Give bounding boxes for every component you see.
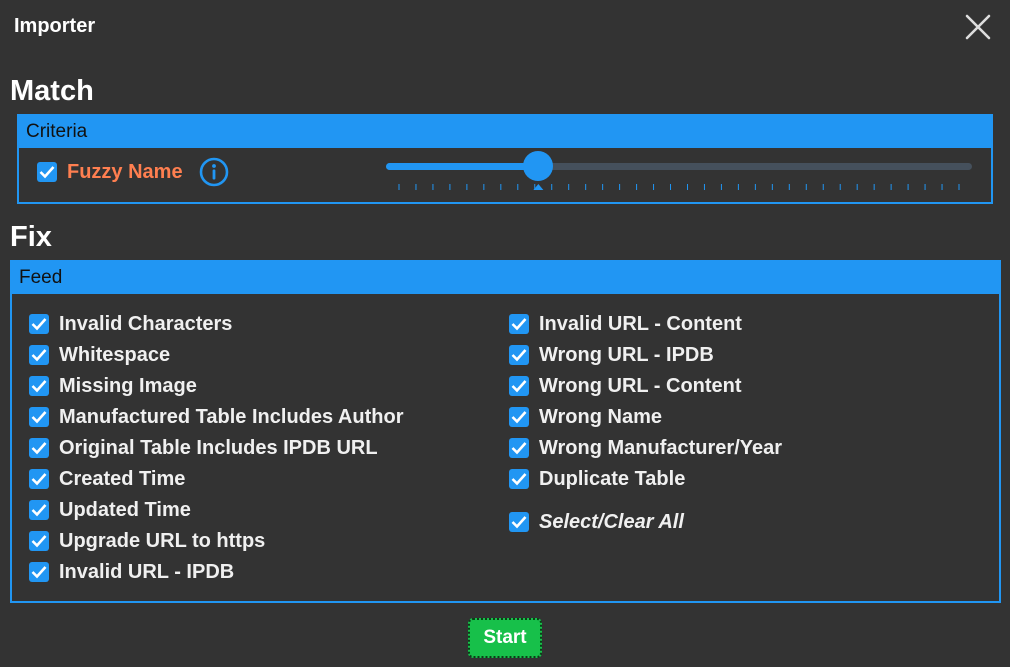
slider-thumb[interactable] <box>523 151 554 181</box>
feed-item-label: Missing Image <box>59 375 197 397</box>
feed-item-label: Wrong URL - Content <box>539 375 742 397</box>
feed-item-label: Wrong Name <box>539 406 662 428</box>
fuzzy-name-checkbox[interactable] <box>37 162 57 182</box>
checkmark-icon <box>31 349 47 362</box>
match-heading: Match <box>10 75 94 107</box>
criteria-title: Criteria <box>19 116 991 148</box>
feed-item-label: Wrong Manufacturer/Year <box>539 437 783 459</box>
feed-item-label: Wrong URL - IPDB <box>539 344 714 366</box>
feed-item-checkbox[interactable] <box>29 314 49 334</box>
checkmark-icon <box>31 442 47 455</box>
feed-item-label: Original Table Includes IPDB URL <box>59 437 378 459</box>
feed-item-checkbox[interactable] <box>509 376 529 396</box>
feed-item-label: Created Time <box>59 468 186 490</box>
title-bar: Importer <box>0 0 1010 54</box>
feed-item-label: Upgrade URL to https <box>59 530 266 552</box>
fuzzy-slider[interactable] <box>386 150 974 196</box>
feed-item-label: Manufactured Table Includes Author <box>59 406 404 428</box>
checkmark-icon <box>31 380 47 393</box>
feed-item-label: Whitespace <box>59 344 171 366</box>
close-icon <box>965 14 991 40</box>
feed-item-label: Updated Time <box>59 499 191 521</box>
feed-item-label: Invalid URL - Content <box>539 313 742 335</box>
feed-item-checkbox[interactable] <box>509 469 529 489</box>
close-button[interactable] <box>964 13 992 41</box>
checkmark-icon <box>39 166 55 179</box>
feed-item-checkbox[interactable] <box>509 407 529 427</box>
feed-item-checkbox[interactable] <box>509 438 529 458</box>
feed-item-checkbox[interactable] <box>29 438 49 458</box>
checkmark-icon <box>511 442 527 455</box>
checkmark-icon <box>31 535 47 548</box>
checkmark-icon <box>511 411 527 424</box>
info-icon[interactable] <box>198 156 230 188</box>
fix-heading: Fix <box>10 221 52 253</box>
checkmark-icon <box>511 318 527 331</box>
select-all-checkbox[interactable] <box>509 512 529 532</box>
feed-item-label: Invalid URL - IPDB <box>59 561 235 583</box>
feed-item-checkbox[interactable] <box>29 407 49 427</box>
fuzzy-name-label: Fuzzy Name <box>67 161 183 183</box>
feed-item-checkbox[interactable] <box>509 314 529 334</box>
slider-ticks <box>398 184 960 190</box>
checkmark-icon <box>31 473 47 486</box>
feed-item-label: Duplicate Table <box>539 468 686 490</box>
feed-item-checkbox[interactable] <box>29 500 49 520</box>
feed-item-checkbox[interactable] <box>29 531 49 551</box>
checkmark-icon <box>511 516 527 529</box>
feed-item-checkbox[interactable] <box>29 345 49 365</box>
feed-item-checkbox[interactable] <box>29 376 49 396</box>
checkmark-icon <box>511 473 527 486</box>
checkmark-icon <box>31 411 47 424</box>
checkmark-icon <box>31 566 47 579</box>
feed-item-label: Invalid Characters <box>59 313 233 335</box>
feed-item-checkbox[interactable] <box>29 469 49 489</box>
slider-fill <box>386 163 539 170</box>
checkmark-icon <box>31 504 47 517</box>
window-title: Importer <box>14 15 96 37</box>
start-button[interactable]: Start <box>468 618 542 658</box>
select-all-label: Select/Clear All <box>539 511 684 533</box>
checkmark-icon <box>31 318 47 331</box>
checkmark-icon <box>511 349 527 362</box>
feed-title: Feed <box>12 262 999 294</box>
checkmark-icon <box>511 380 527 393</box>
feed-item-checkbox[interactable] <box>29 562 49 582</box>
feed-item-checkbox[interactable] <box>509 345 529 365</box>
